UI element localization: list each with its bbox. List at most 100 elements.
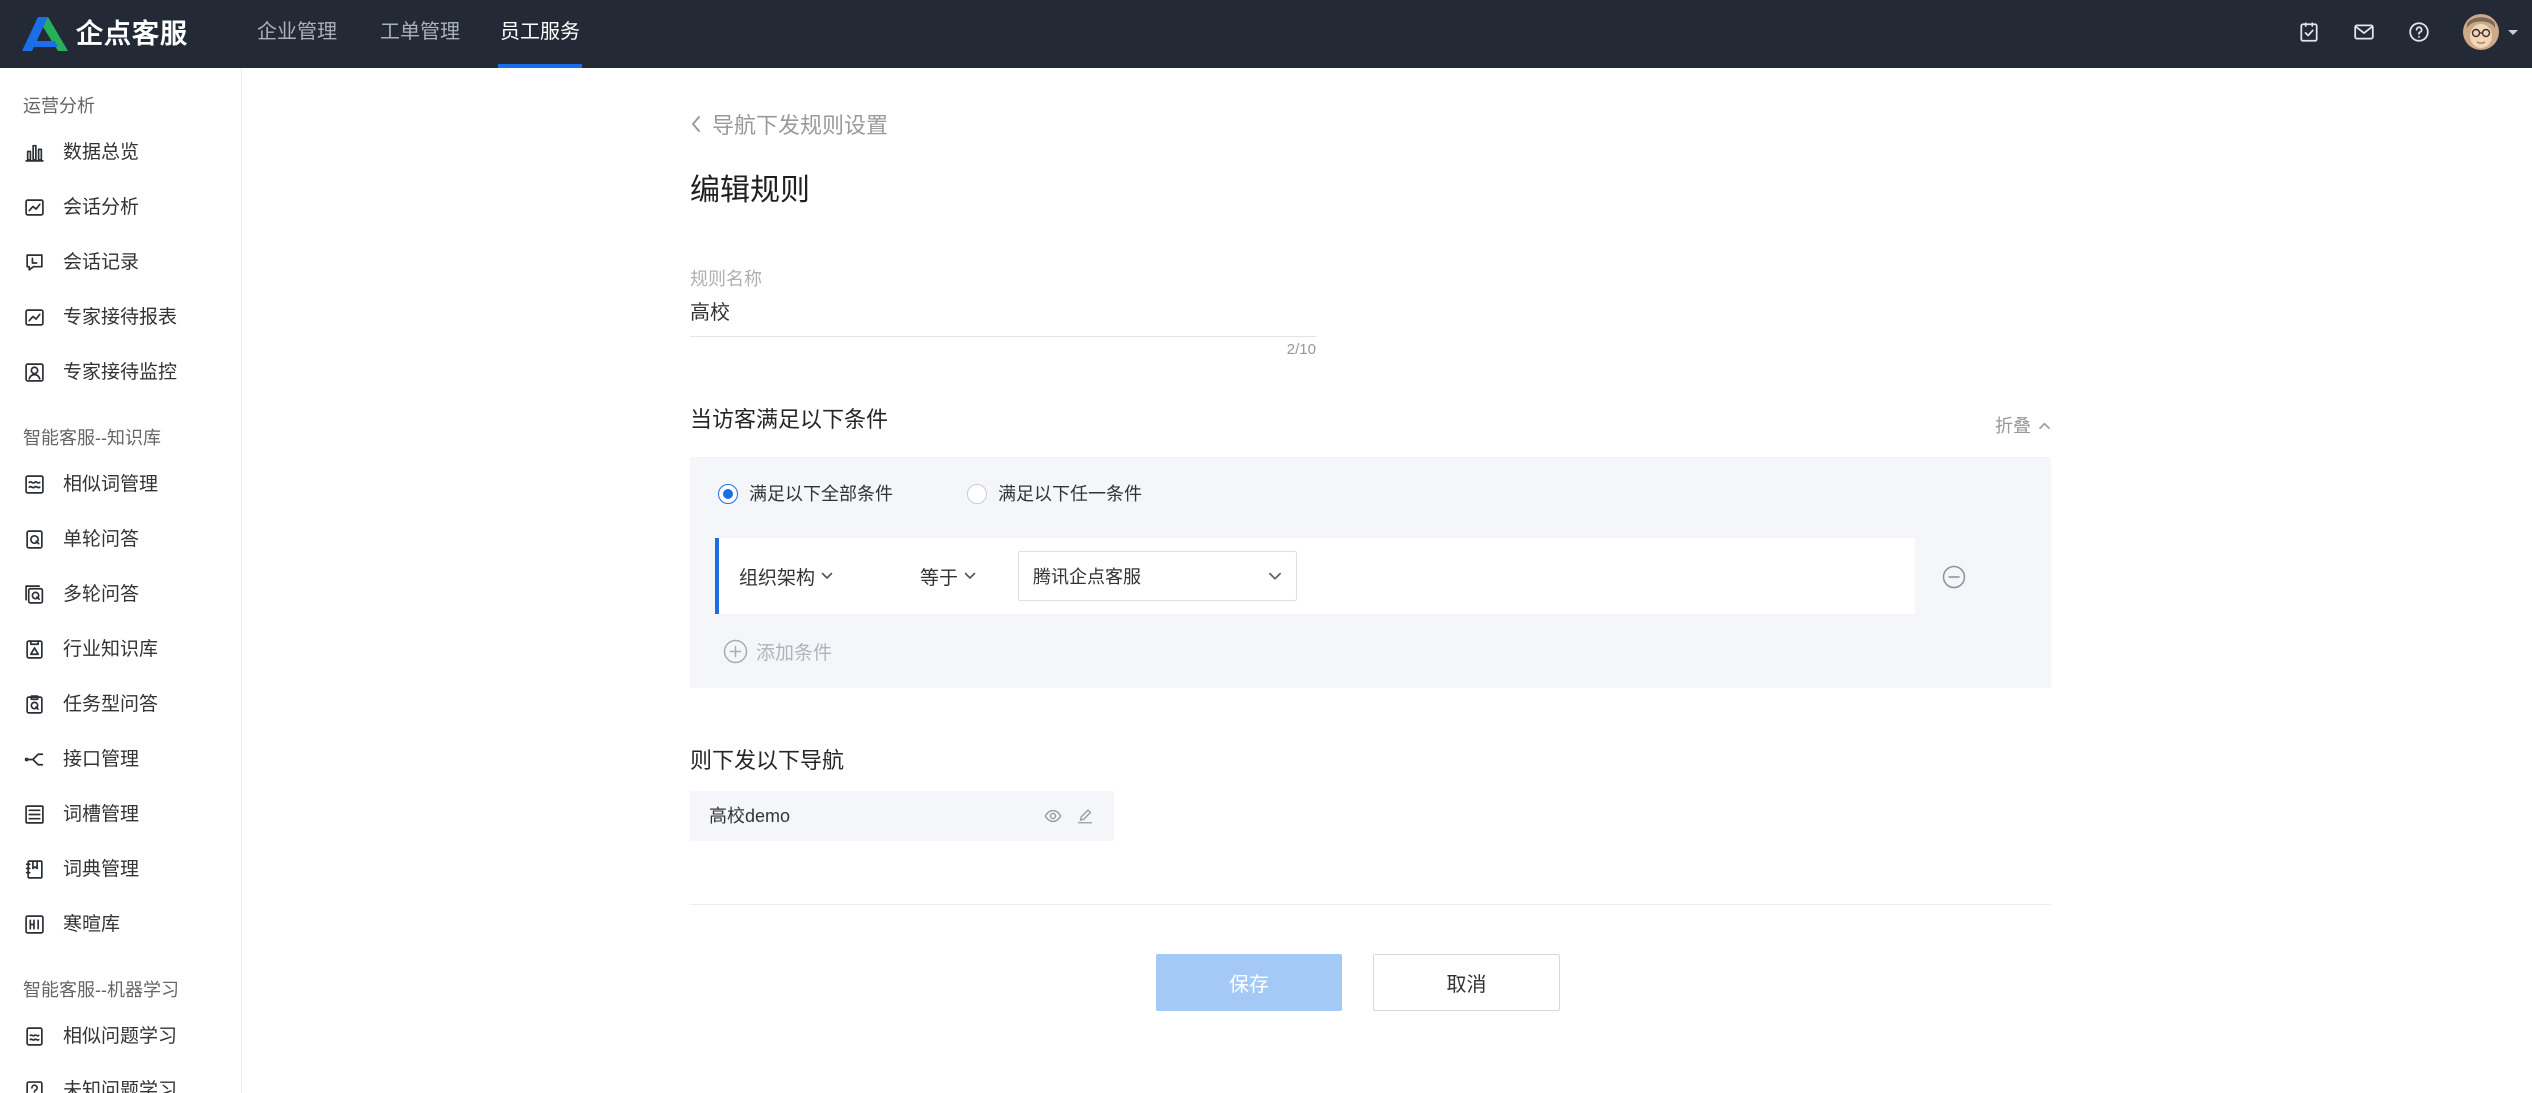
sidebar-item-expert-report[interactable]: 专家接待报表 [0,290,241,345]
condition-field-value: 组织架构 [739,567,816,589]
sidebar-item-synonym-management[interactable]: 相似词管理 [0,457,241,512]
sidebar-item-label: 行业知识库 [63,639,159,660]
divider [690,904,2051,905]
topnav-item-label: 员工服务 [500,21,580,43]
sidebar-item-label: 单轮问答 [63,529,140,550]
save-button[interactable]: 保存 [1156,954,1342,1011]
edit-button[interactable] [1076,807,1094,825]
sidebar-item-dictionary-management[interactable]: 词典管理 [0,842,241,897]
condition-row: 组织架构 等于 腾讯企点客服 [715,538,1915,614]
conditions-heading: 当访客满足以下条件 [690,407,889,432]
sidebar-item-label: 会话记录 [63,252,140,273]
back-link-label: 导航下发规则设置 [712,113,889,138]
unknown-question-icon [26,1081,43,1093]
chevron-up-icon [2039,422,2050,429]
sidebar-item-label: 词槽管理 [63,804,140,825]
sidebar-item-industry-kb[interactable]: 行业知识库 [0,622,241,677]
sidebar-item-expert-monitor[interactable]: 专家接待监控 [0,345,241,400]
sidebar-item-label: 数据总览 [63,142,140,163]
rule-name-input[interactable] [690,297,1316,323]
slot-icon [25,805,44,824]
cancel-button[interactable]: 取消 [1373,954,1560,1011]
sidebar-item-label: 未知问题学习 [63,1080,178,1093]
topnav-item-label: 工单管理 [380,21,460,43]
navigation-item-label: 高校demo [709,806,791,826]
sidebar-item-session-analysis[interactable]: 会话分析 [0,180,241,235]
sidebar-item-unknown-question-learning[interactable]: 未知问题学习 [0,1064,241,1093]
sidebar-item-label: 接口管理 [63,749,140,770]
plus-circle-icon [723,639,748,664]
rule-name-char-counter: 2/10 [1286,341,1316,358]
sidebar-group-knowledge-base: 智能客服--知识库 相似词管理 单轮问答 多轮问答 行业知识库 任务型问答 接口… [0,400,241,952]
sidebar-item-single-turn-qa[interactable]: 单轮问答 [0,512,241,567]
topnav-item-staff-service[interactable]: 员工服务 [498,0,582,68]
sidebar-group-operations: 运营分析 数据总览 会话分析 会话记录 专家接待报表 专家接待监控 [0,68,241,400]
navigation-heading: 则下发以下导航 [690,748,845,773]
condition-operator-dropdown[interactable]: 等于 [920,563,976,589]
rule-name-underline [690,336,1316,337]
sidebar-item-label: 相似词管理 [63,474,159,495]
avatar[interactable] [2463,14,2499,50]
collapse-label: 折叠 [1995,416,2031,436]
chevron-down-icon [821,572,833,579]
sidebar-group-label: 运营分析 [23,96,95,116]
sidebar-item-label: 相似问题学习 [63,1026,178,1047]
topnav-item-enterprise[interactable]: 企业管理 [255,0,339,68]
page-title: 编辑规则 [690,174,810,207]
collapse-toggle[interactable]: 折叠 [1991,411,2051,439]
rule-name-label: 规则名称 [690,269,762,289]
sidebar-item-slot-management[interactable]: 词槽管理 [0,787,241,842]
condition-operator-value: 等于 [920,567,959,589]
remove-condition-button[interactable] [1942,565,1966,589]
sidebar-item-similar-question-learning[interactable]: 相似问题学习 [0,1009,241,1064]
single-qa-icon [26,530,43,549]
sidebar-item-label: 任务型问答 [63,694,159,715]
condition-value-text: 腾讯企点客服 [1033,567,1141,587]
sidebar-item-api-management[interactable]: 接口管理 [0,732,241,787]
add-condition-label: 添加条件 [756,643,833,664]
logo-icon [22,17,68,51]
industry-kb-icon [26,640,43,659]
sidebar-item-label: 专家接待报表 [63,307,178,328]
sidebar-item-label: 会话分析 [63,197,140,218]
sidebar-item-task-qa[interactable]: 任务型问答 [0,677,241,732]
match-all-radio[interactable]: 满足以下全部条件 [718,483,893,505]
condition-field-dropdown[interactable]: 组织架构 [739,563,833,589]
line-chart-icon [25,199,44,216]
radio-label: 满足以下全部条件 [749,484,893,504]
mail-icon[interactable] [2353,21,2375,43]
main-content: 导航下发规则设置 编辑规则 规则名称 2/10 当访客满足以下条件 折叠 满足以… [690,68,2051,1093]
bar-chart-icon [25,144,44,162]
task-check-icon[interactable] [2298,21,2320,43]
add-condition-button[interactable]: 添加条件 [723,639,832,664]
chat-history-icon [26,254,43,271]
sidebar-item-greeting-library[interactable]: 寒暄库 [0,897,241,952]
topnav-item-tickets[interactable]: 工单管理 [378,0,462,68]
conditions-panel: 满足以下全部条件 满足以下任一条件 组织架构 等于 腾讯企点客服 添加条件 [690,457,2051,688]
match-any-radio[interactable]: 满足以下任一条件 [967,483,1142,505]
condition-value-select[interactable]: 腾讯企点客服 [1018,551,1297,601]
radio-label: 满足以下任一条件 [998,484,1142,504]
help-svg [2409,22,2429,42]
back-link[interactable]: 导航下发规则设置 [690,110,888,138]
similar-words-icon [25,475,44,494]
top-header: 企点客服 企业管理 工单管理 员工服务 [0,0,2532,68]
sidebar-item-label: 多轮问答 [63,584,140,605]
logo-text: 企点客服 [76,19,188,49]
sidebar-item-session-records[interactable]: 会话记录 [0,235,241,290]
report-chart-icon [25,309,44,326]
avatar-dropdown-caret-icon[interactable] [2508,30,2518,35]
similar-question-icon [26,1027,43,1046]
help-icon[interactable] [2408,21,2430,43]
chevron-left-icon [692,116,700,132]
sidebar-item-data-overview[interactable]: 数据总览 [0,125,241,180]
mail-svg [2354,24,2374,40]
sidebar-item-label: 专家接待监控 [63,362,178,383]
sidebar-group-label: 智能客服--知识库 [23,428,161,448]
task-check-svg [2300,22,2318,42]
task-qa-icon [26,695,43,714]
preview-button[interactable] [1044,807,1062,825]
logo[interactable]: 企点客服 [22,15,188,53]
api-icon [24,753,44,766]
sidebar-item-multi-turn-qa[interactable]: 多轮问答 [0,567,241,622]
